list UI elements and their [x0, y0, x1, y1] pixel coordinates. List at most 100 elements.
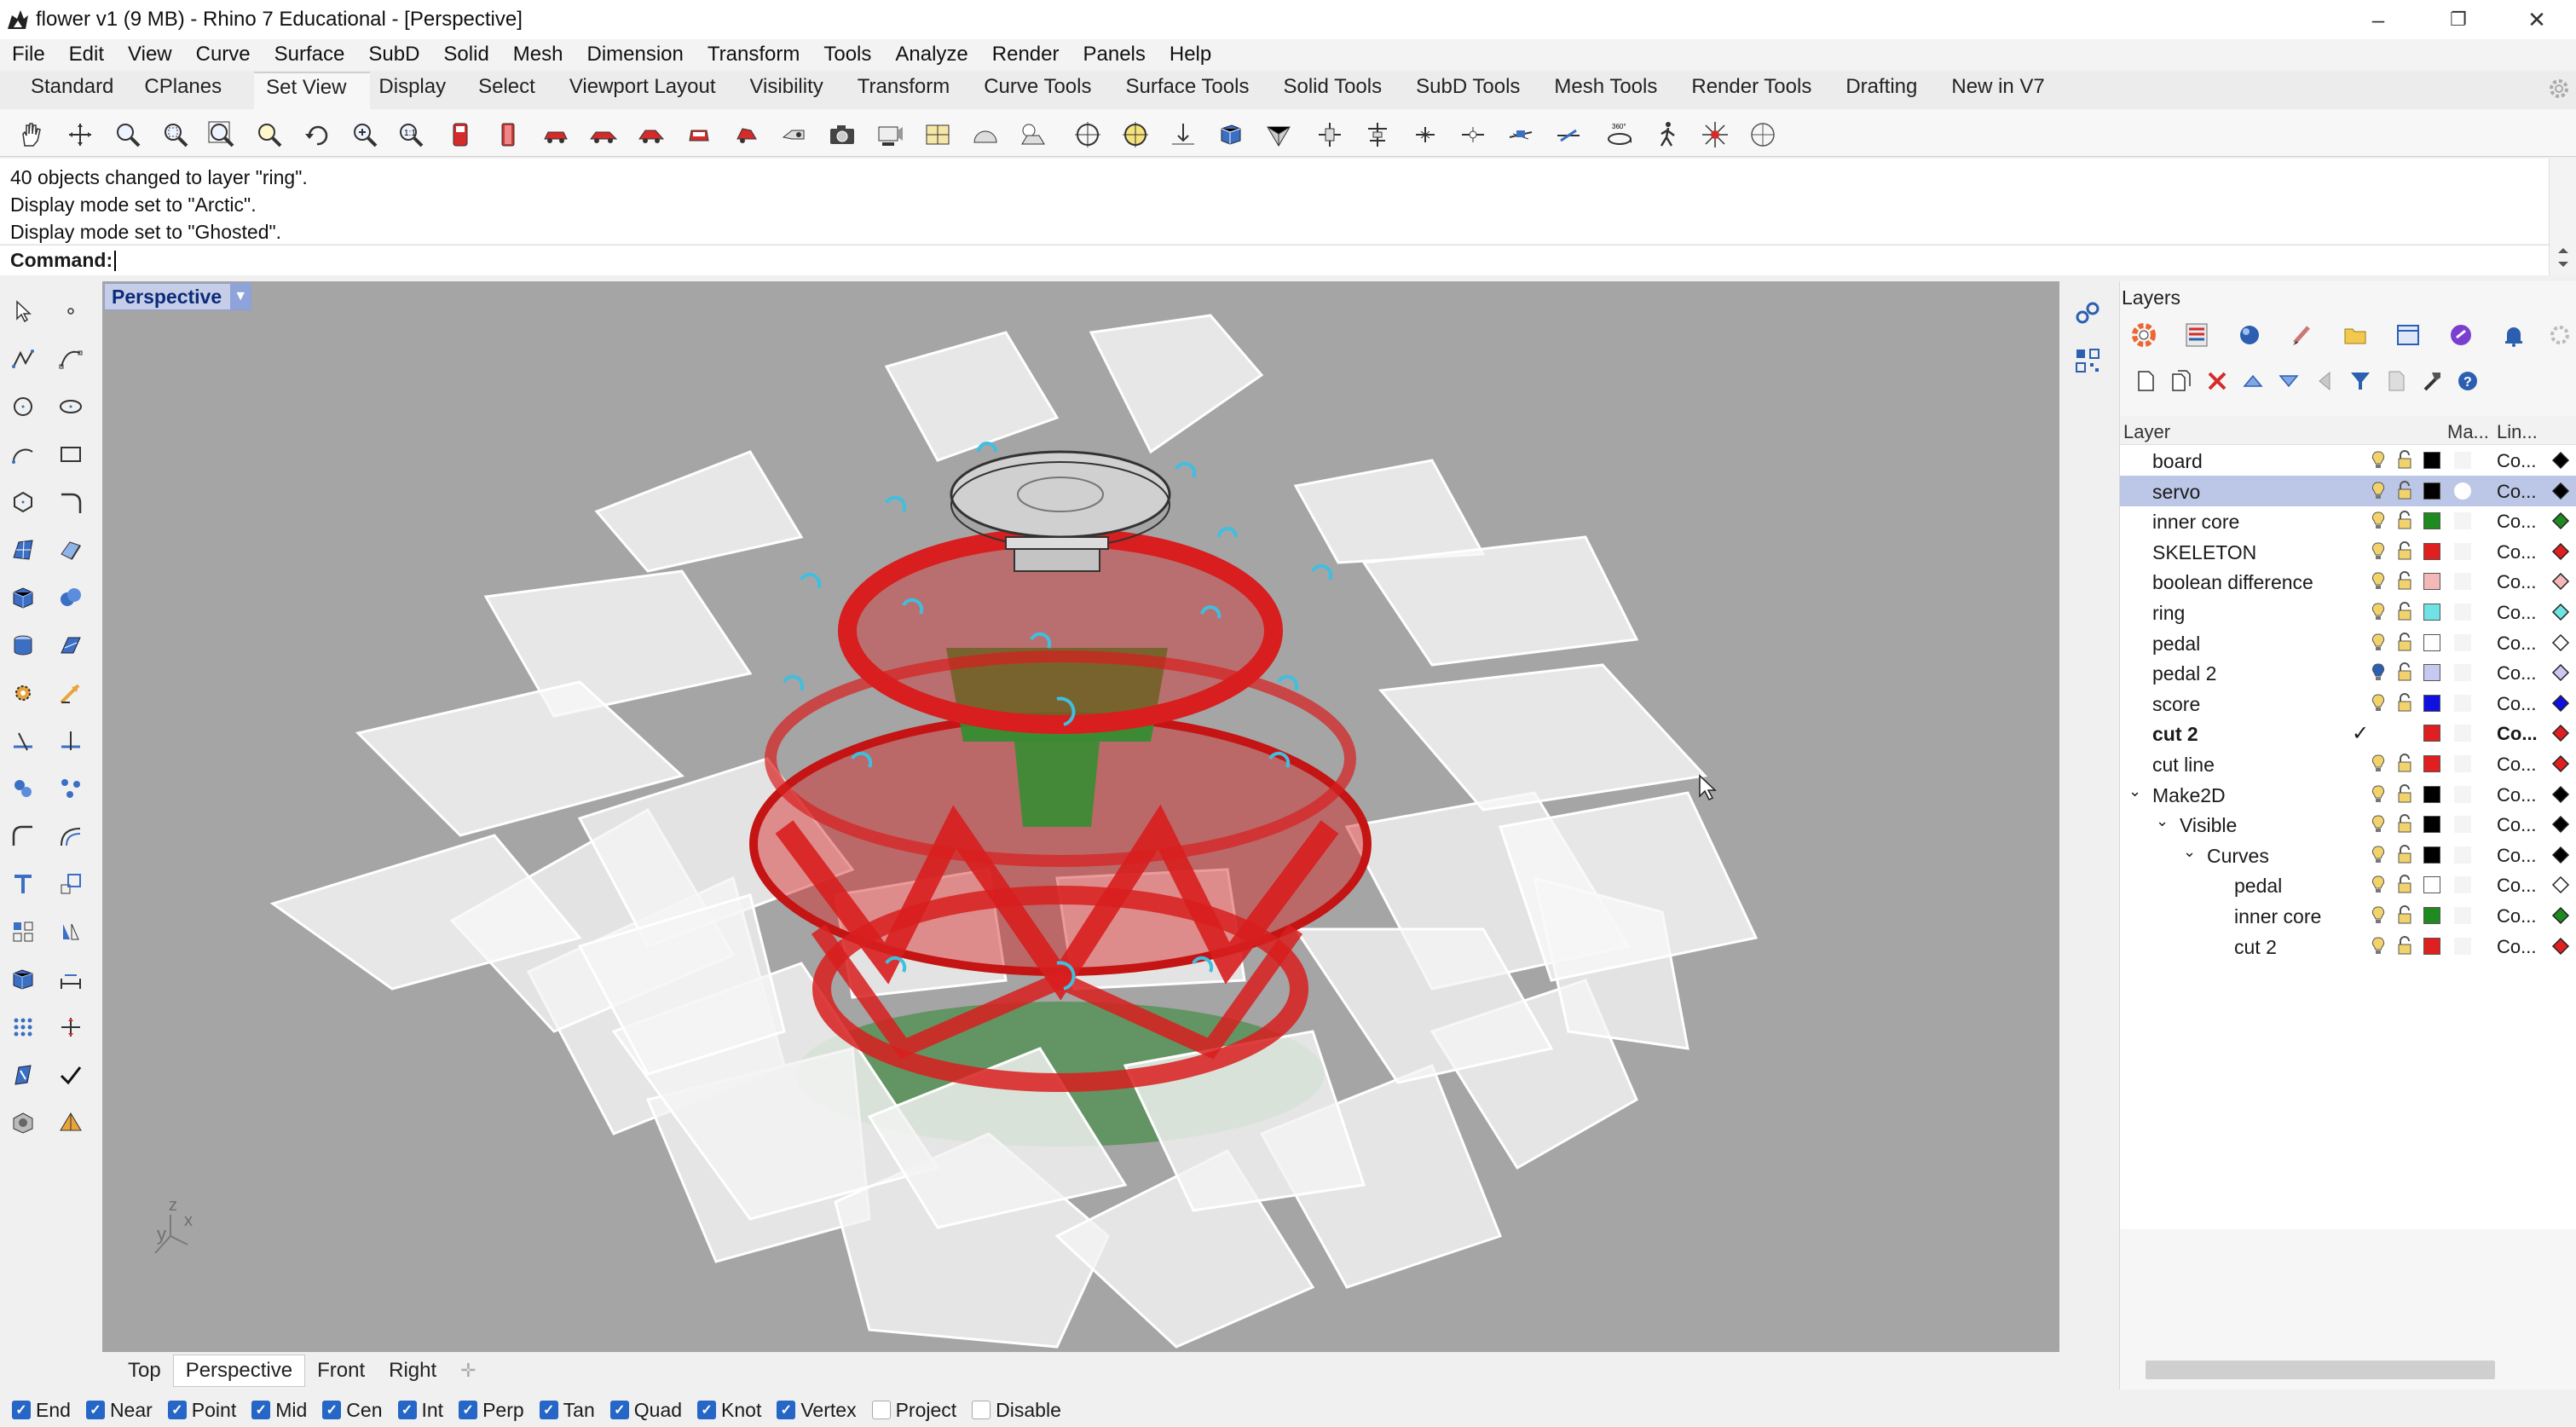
print-color-diamond-icon[interactable]	[2551, 906, 2570, 925]
print-color-diamond-icon[interactable]	[2551, 785, 2570, 804]
box-solid-icon[interactable]	[3, 578, 43, 617]
command-scrollbar[interactable]	[2549, 159, 2576, 275]
roll-camera-icon[interactable]	[1456, 118, 1490, 152]
layer-lock-icon[interactable]	[2396, 480, 2413, 501]
layer-linetype[interactable]: Co...	[2497, 541, 2536, 563]
layer-name[interactable]: score	[2152, 693, 2200, 716]
layer-visibility-bulb-icon[interactable]	[2371, 541, 2386, 562]
perspective-viewport[interactable]: y x z	[102, 281, 2059, 1352]
layer-lock-icon[interactable]	[2396, 571, 2413, 592]
layer-linetype[interactable]: Co...	[2497, 571, 2536, 593]
viewport-menu-dropdown-icon[interactable]: ▼	[230, 284, 251, 309]
split-icon[interactable]	[51, 721, 90, 760]
layer-name[interactable]: board	[2152, 450, 2203, 473]
swing-camera-icon[interactable]	[1504, 118, 1538, 152]
layer-row[interactable]: servo Co...	[2120, 475, 2576, 506]
light-sun-icon[interactable]	[1698, 118, 1732, 152]
scale-icon[interactable]	[51, 864, 90, 904]
boolean-union-icon[interactable]	[51, 578, 90, 617]
folder-icon[interactable]	[2338, 318, 2372, 352]
rectangle-icon[interactable]	[51, 435, 90, 474]
fillet-edge-icon[interactable]	[3, 817, 43, 856]
layer-color-swatch[interactable]	[2423, 542, 2440, 560]
layer-lock-icon[interactable]	[2396, 540, 2413, 562]
tools-hammer-icon[interactable]	[2415, 364, 2449, 398]
layer-color-swatch[interactable]	[2423, 816, 2440, 834]
viewport-tab-right[interactable]: Right	[377, 1355, 448, 1386]
circle-icon[interactable]	[3, 387, 43, 426]
column-linetype[interactable]: Lin...	[2497, 421, 2538, 443]
check-icon[interactable]	[51, 1055, 90, 1095]
print-color-diamond-icon[interactable]	[2551, 875, 2570, 894]
menu-subd[interactable]: SubD	[356, 43, 431, 66]
car-view-2-icon[interactable]	[586, 118, 621, 152]
layer-visibility-bulb-icon[interactable]	[2371, 845, 2386, 865]
tab-standard[interactable]: Standard	[0, 72, 144, 109]
layer-material-swatch[interactable]	[2454, 846, 2471, 864]
layer-color-swatch[interactable]	[2423, 725, 2440, 742]
layer-linetype[interactable]: Co...	[2497, 602, 2536, 624]
layer-linetype[interactable]: Co...	[2497, 481, 2536, 503]
layer-visibility-bulb-icon[interactable]	[2371, 571, 2386, 592]
menu-analyze[interactable]: Analyze	[883, 43, 979, 66]
layer-linetype[interactable]: Co...	[2497, 784, 2536, 806]
osnap-quad[interactable]: ✓ Quad	[609, 1399, 682, 1422]
layer-lock-icon[interactable]	[2396, 783, 2413, 805]
grid-array-icon[interactable]	[3, 1008, 43, 1047]
layer-row[interactable]: pedal Co...	[2120, 627, 2576, 658]
walk-camera-icon[interactable]	[1551, 118, 1585, 152]
layer-visibility-bulb-icon[interactable]	[2371, 481, 2386, 501]
menu-tools[interactable]: Tools	[811, 43, 883, 66]
layer-row[interactable]: ⌄ Visible Co...	[2120, 809, 2576, 840]
layer-lock-icon[interactable]	[2396, 632, 2413, 653]
layer-row[interactable]: cut 2 ✓ Co...	[2120, 718, 2576, 748]
menu-view[interactable]: View	[116, 43, 184, 66]
layer-row[interactable]: boolean difference Co...	[2120, 566, 2576, 597]
layer-visibility-bulb-icon[interactable]	[2371, 450, 2386, 471]
help-icon[interactable]: ?	[2451, 364, 2485, 398]
menu-help[interactable]: Help	[1158, 43, 1223, 66]
print-color-diamond-icon[interactable]	[2551, 603, 2570, 621]
move-to-parent-icon[interactable]	[2307, 364, 2342, 398]
osnap-mid[interactable]: ✓ Mid	[251, 1399, 307, 1422]
layer-color-swatch[interactable]	[2423, 633, 2440, 651]
tab-new-in-v7[interactable]: New in V7	[1951, 72, 2044, 109]
render-material-icon[interactable]	[3, 1103, 43, 1142]
select-arrow-icon[interactable]	[3, 292, 43, 331]
checkbox-icon[interactable]: ✓	[167, 1401, 187, 1419]
print-color-diamond-icon[interactable]	[2551, 633, 2570, 652]
undo-view-icon[interactable]	[300, 118, 334, 152]
layer-color-swatch[interactable]	[2423, 937, 2440, 955]
dimension-icon[interactable]	[51, 960, 90, 999]
add-viewport-tab-icon[interactable]: ✛	[460, 1360, 476, 1382]
car-view-4-icon[interactable]	[682, 118, 716, 152]
layer-lock-icon[interactable]	[2396, 692, 2413, 714]
extrude-surface-icon[interactable]	[51, 530, 90, 569]
command-line[interactable]: Command:	[0, 245, 2549, 275]
layer-material-swatch[interactable]	[2454, 604, 2471, 621]
tab-display[interactable]: Display	[370, 72, 478, 109]
zoom-extents-icon[interactable]	[205, 118, 239, 152]
layer-name[interactable]: cut 2	[2152, 723, 2198, 746]
layer-lock-icon[interactable]	[2396, 875, 2413, 895]
layer-lock-icon[interactable]	[2396, 935, 2413, 956]
menu-surface[interactable]: Surface	[263, 43, 357, 66]
layer-linetype[interactable]: Co...	[2497, 633, 2536, 655]
turntable-360-icon[interactable]: 360°	[1603, 118, 1637, 152]
curve-control-points-icon[interactable]	[51, 339, 90, 378]
checkbox-icon[interactable]: ✓	[322, 1401, 342, 1419]
layer-lock-icon[interactable]	[2396, 602, 2413, 622]
tab-subd-tools[interactable]: SubD Tools	[1416, 72, 1554, 109]
tab-select[interactable]: Select	[478, 72, 569, 109]
layer-name[interactable]: inner core	[2234, 905, 2321, 928]
layer-material-swatch[interactable]	[2454, 755, 2471, 772]
layer-visibility-bulb-icon[interactable]	[2371, 875, 2386, 895]
layer-material-swatch[interactable]	[2454, 694, 2471, 712]
grasshopper-link-icon[interactable]	[2068, 293, 2107, 332]
checkbox-icon[interactable]: ✓	[609, 1401, 629, 1419]
mirror-icon[interactable]	[51, 912, 90, 951]
osnap-vertex[interactable]: ✓ Vertex	[777, 1399, 857, 1422]
layer-lock-icon[interactable]	[2396, 754, 2413, 774]
layer-lock-icon[interactable]	[2396, 450, 2413, 471]
tab-cplanes[interactable]: CPlanes	[144, 72, 254, 109]
